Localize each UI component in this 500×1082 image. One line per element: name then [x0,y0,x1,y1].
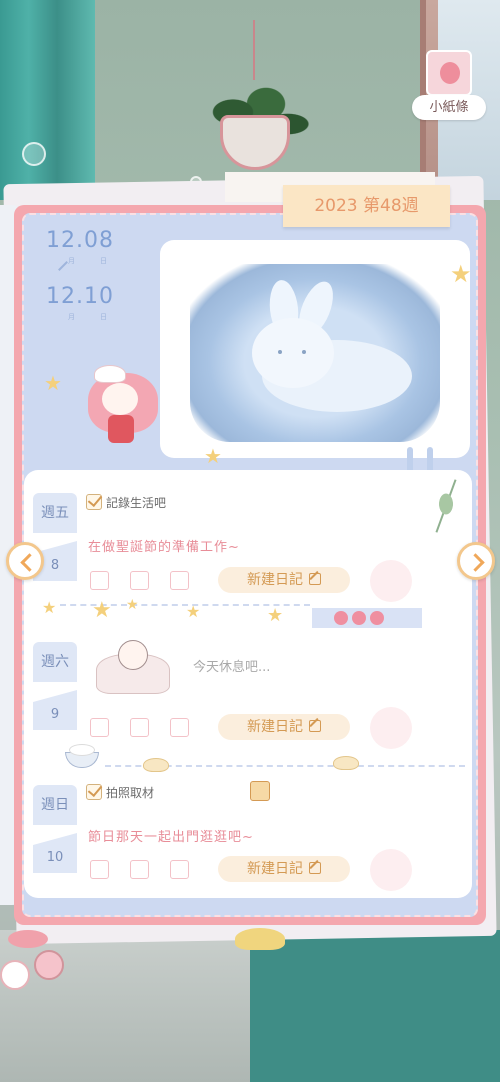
end-day-unit: 日 [100,313,107,321]
weekday-label: 週五 [33,493,77,533]
new-diary-button[interactable]: 新建日記 [218,856,350,882]
gift-icon [250,781,270,801]
end-month-unit: 月 [68,313,75,321]
start-day-unit: 日 [100,257,107,265]
weekday-label: 週六 [33,642,77,682]
leaf-sticker [235,928,285,950]
pen-icon [309,862,321,874]
star-icon: ★ [92,598,112,623]
star-icon: ★ [204,444,222,468]
new-diary-button[interactable]: 新建日記 [218,714,350,740]
task-label: 記錄生活吧 [106,496,167,510]
star-icon: ★ [126,597,139,613]
bell-charm-decoration [0,890,75,1030]
washi-tape [312,608,422,628]
checkbox-icon[interactable] [86,784,102,800]
start-date: 12.08 月 日 [46,228,136,284]
chibi-blanket-sticker [96,640,170,694]
dumpling-sticker [143,758,169,772]
day-tag-sunday: 週日 10 [33,785,77,875]
star-icon: ★ [44,371,62,395]
leaf-sprig-icon [430,478,462,534]
new-diary-label: 新建日記 [247,719,303,735]
pen-icon [309,573,321,585]
note-label: 小紙條 [412,95,486,120]
cover-photo-card[interactable] [160,240,470,458]
note-button[interactable]: 小紙條 [412,46,486,122]
mood-slot[interactable] [370,849,412,891]
checkbox-icon[interactable] [86,494,102,510]
star-icon: ★ [267,605,284,626]
rice-bowl-sticker [63,742,101,768]
day-number: 9 [33,690,77,730]
star-icon: ★ [42,598,57,617]
new-diary-label: 新建日記 [247,572,303,588]
mood-slot[interactable] [370,560,412,602]
snow-bunny-image [222,276,412,420]
new-diary-label: 新建日記 [247,861,303,877]
note-avatar-icon [426,50,472,96]
star-icon: ★ [450,260,472,288]
task-label: 拍照取材 [106,786,155,800]
stamp-slots [90,860,200,880]
next-week-button[interactable] [457,542,495,580]
previous-week-button[interactable] [6,542,44,580]
weekday-label: 週日 [33,785,77,825]
diary-entry[interactable]: 在做聖誕節的準備工作~ [88,536,240,555]
chibi-girl-sticker [80,365,170,445]
stamp-slots [90,718,200,738]
date-range: 12.08 月 日 12.10 月 日 [46,228,136,340]
pen-icon [309,720,321,732]
task-item[interactable]: 記錄生活吧 [86,494,166,511]
end-date: 12.10 月 日 [46,284,136,340]
rest-message: 今天休息吧... [193,660,271,675]
mood-slot[interactable] [370,707,412,749]
new-diary-button[interactable]: 新建日記 [218,567,350,593]
end-date-value: 12.10 [46,284,114,309]
start-month-unit: 月 [68,257,75,265]
task-item[interactable]: 拍照取材 [86,784,154,801]
star-icon: ★ [186,602,201,621]
rug [250,930,500,1082]
diary-entry[interactable]: 節日那天一起出門逛逛吧~ [88,826,254,845]
start-date-value: 12.08 [46,228,114,253]
bubble [22,142,46,166]
curtain [0,0,95,200]
hanging-plant [195,20,315,195]
stamp-slots [90,571,200,591]
day-tag-saturday: 週六 9 [33,642,77,732]
dumpling-sticker [333,756,359,770]
day-number: 10 [33,833,77,873]
week-tab: 2023 第48週 [283,185,450,227]
